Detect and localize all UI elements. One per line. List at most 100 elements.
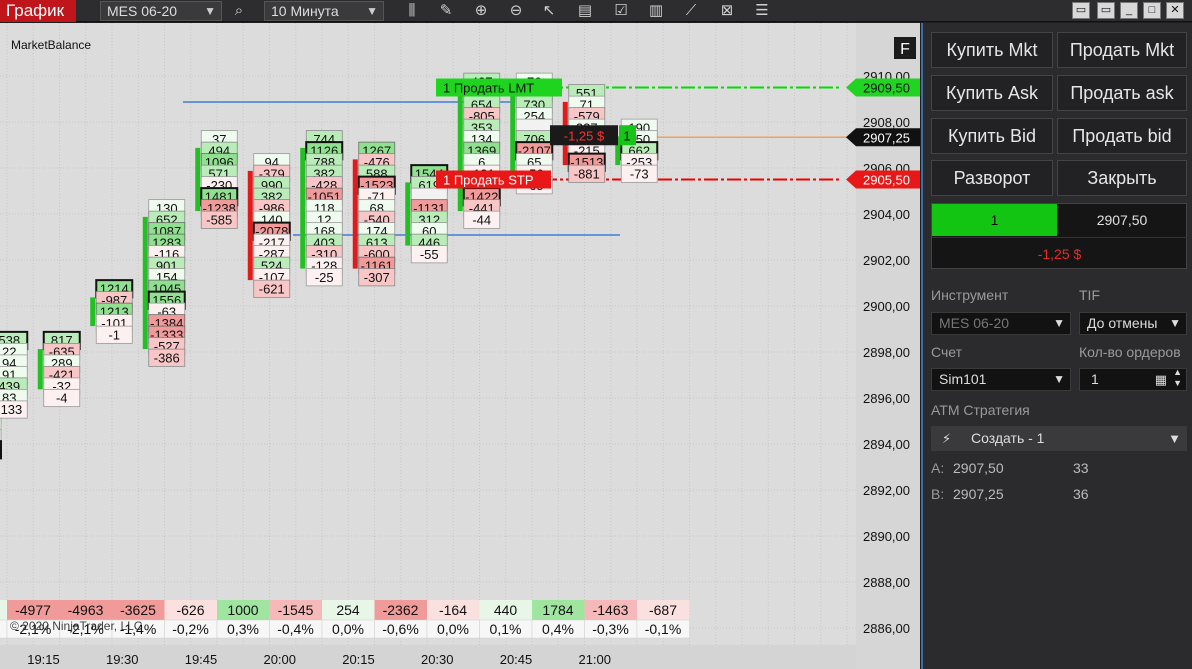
orders-count-input[interactable]: 1 ▦ ▲ ▼ [1079,367,1187,391]
chart-area[interactable]: 2910,00 2908,00 2906,00 2904,00 2902,00 2900,… [0,23,920,669]
time-axis-label: 21:00 [578,652,611,667]
delta-value: 254 [336,602,360,618]
percent-value: 0,0% [437,621,469,637]
data-box-icon[interactable]: ▤ [574,1,596,21]
atm-strategy-label: ATM Стратегия [931,402,1030,418]
pnl-tag-value: -1,25 $ [564,128,605,143]
lightning-icon: ⚡ [942,431,952,446]
footprint-cell-value: -881 [574,166,600,181]
account-label: Счет [931,344,962,360]
footprint-cell-value: -25 [315,270,334,285]
window-title: График [0,0,76,22]
chart-trader-icon[interactable]: ⊠ [716,1,738,21]
zoom-in-icon[interactable]: ⊕ [470,1,492,21]
footprint-cell[interactable] [0,440,2,460]
sell-ask-button[interactable]: Продать ask [1057,75,1187,111]
calculator-icon[interactable]: ▦ [1155,369,1167,390]
buy-ask-button[interactable]: Купить Ask [931,75,1053,111]
footprint-cell-value: -307 [364,270,390,285]
position-avg-price: 2907,50 [1096,212,1148,228]
instrument-selector[interactable]: MES 06-20 ▼ [100,1,222,21]
delta-value: 1000 [227,602,258,618]
instrument-select[interactable]: MES 06-20 ▼ [931,312,1071,335]
time-axis-label: 19:45 [185,652,218,667]
chevron-down-icon: ▼ [1053,372,1065,386]
footprint-cell-value: -55 [420,247,439,262]
delta-value: -164 [439,602,467,618]
instrument-select-value: MES 06-20 [939,315,1010,331]
strategies-icon[interactable]: ⟋ [680,1,702,21]
close-button[interactable]: ✕ [1166,2,1184,19]
sell-market-button[interactable]: Продать Mkt [1057,32,1187,68]
search-icon[interactable]: ⌕ [228,1,250,21]
candle-body [142,216,148,350]
candle-body [510,90,516,177]
tif-select[interactable]: До отмены ▼ [1079,312,1187,335]
buy-bid-button[interactable]: Купить Bid [931,118,1053,154]
price-axis-label: 2908,00 [863,115,910,130]
percent-value: -0,1% [645,621,682,637]
candle-body [90,297,96,327]
delta-value: -2362 [383,602,419,618]
copy-window-button[interactable]: ▭ [1097,2,1115,19]
account-select-value: Sim101 [939,371,987,387]
delta-value: -626 [176,602,204,618]
footprint-cell-value: -1 [108,327,120,342]
chart-style-icon[interactable]: ⫼ [401,1,423,21]
instrument-label: Инструмент [931,287,1009,303]
price-axis-label: 2888,00 [863,575,910,590]
stop-price-tag-value: 2905,50 [863,173,910,188]
chevron-down-icon: ▼ [1168,431,1181,446]
reverse-button[interactable]: Разворот [931,160,1053,196]
stop-order-label-text: 1 Продать STP [443,173,534,188]
maximize-button[interactable]: □ [1143,2,1161,19]
ninjatrader-window: График MES 06-20 ▼ ⌕ 10 Минута ▼ ⫼ ✎ ⊕ ⊖… [0,0,1192,669]
stepper-icon[interactable]: ▲ ▼ [1173,367,1182,389]
position-qty-tag-value: 1 [623,128,630,143]
footprint-cell-value: -133 [0,402,22,417]
menu-icon[interactable]: ☰ [751,1,773,21]
chart-toolbar: График MES 06-20 ▼ ⌕ 10 Минута ▼ ⫼ ✎ ⊕ ⊖… [0,0,1192,22]
orders-count-label: Кол-во ордеров [1079,344,1181,360]
footprint-cell-value: -44 [472,212,491,227]
footprint-cell-value: -621 [259,281,285,296]
indicator-label: MarketBalance [11,38,91,52]
chevron-down-icon: ▼ [204,4,216,18]
delta-value: -3625 [120,602,156,618]
chevron-down-icon: ▼ [1169,316,1181,330]
percent-value: -0,3% [592,621,629,637]
delta-value: -1463 [593,602,629,618]
time-axis-label: 20:30 [421,652,454,667]
chart-canvas[interactable]: 2910,002908,002906,002904,002902,002900,… [0,23,920,669]
instrument-selector-value: MES 06-20 [107,3,178,19]
percent-value: 0,4% [542,621,574,637]
plot-background [0,23,856,669]
close-position-button[interactable]: Закрыть [1057,160,1187,196]
position-quantity: 1 [932,204,1057,236]
properties-icon[interactable]: ☑ [610,1,632,21]
account-select[interactable]: Sim101 ▼ [931,368,1071,391]
buy-market-button[interactable]: Купить Mkt [931,32,1053,68]
pointer-icon[interactable]: ↖ [538,1,560,21]
atm-strategy-select[interactable]: ⚡ Создать - 1 ▼ [931,426,1187,451]
zoom-out-icon[interactable]: ⊖ [505,1,527,21]
price-axis-label: 2898,00 [863,345,910,360]
sell-bid-button[interactable]: Продать bid [1057,118,1187,154]
bid-size: 36 [1073,486,1089,502]
delta-value: -4963 [68,602,104,618]
draw-pencil-icon[interactable]: ✎ [435,1,457,21]
interval-selector[interactable]: 10 Минута ▼ [264,1,384,21]
minimize-button[interactable]: _ [1120,2,1138,19]
f-button-label: F [900,41,910,58]
percent-cell [0,619,8,639]
price-axis-label: 2890,00 [863,529,910,544]
candle-body [457,90,463,212]
tile-window-button[interactable]: ▭ [1072,2,1090,19]
time-axis-label: 20:00 [263,652,296,667]
time-axis-label: 19:30 [106,652,139,667]
indicators-icon[interactable]: ▥ [645,1,667,21]
candle-body [300,147,306,269]
percent-value: -0,4% [277,621,314,637]
position-display: 1 2907,50 -1,25 $ [931,203,1187,269]
percent-value: -0,6% [382,621,419,637]
